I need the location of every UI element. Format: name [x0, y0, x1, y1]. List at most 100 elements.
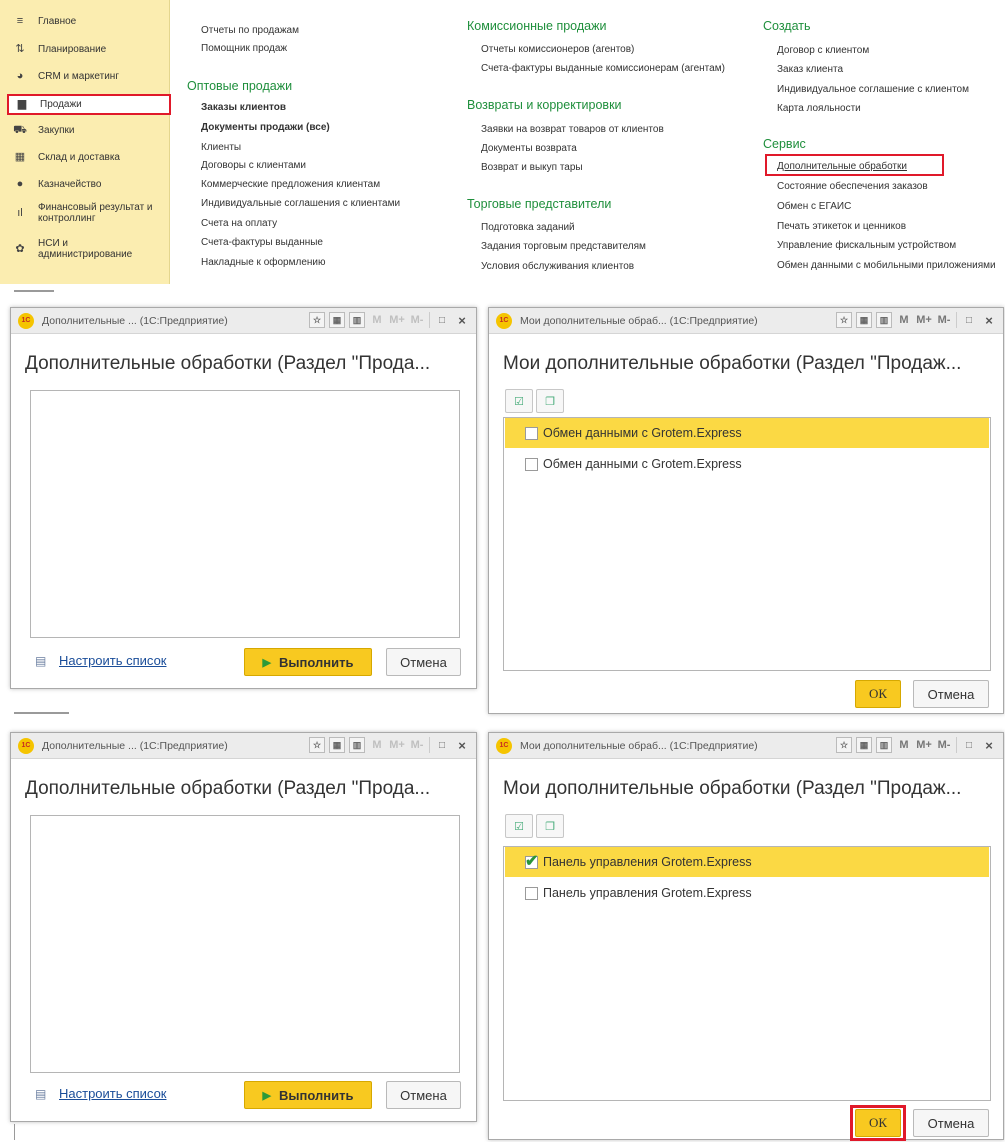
link-rep-tasks[interactable]: Задания торговым представителям — [481, 241, 646, 252]
link-individual-agreements[interactable]: Индивидуальные соглашения с клиентами — [201, 198, 400, 209]
sidebar-item-treasury[interactable]: ● Казначейство — [0, 171, 170, 198]
calculator-icon[interactable]: ▦ — [329, 312, 345, 328]
ok-button[interactable]: ОК — [855, 680, 901, 708]
memory-button[interactable]: M — [369, 312, 385, 328]
link-egais-exchange[interactable]: Обмен с ЕГАИС — [777, 201, 851, 212]
gear-icon: ✿ — [15, 242, 25, 255]
list-item[interactable]: Панель управления Grotem.Express — [505, 878, 989, 908]
restore-icon[interactable]: □ — [961, 312, 977, 328]
processing-list[interactable] — [30, 390, 460, 638]
link-clients[interactable]: Клиенты — [201, 142, 241, 153]
link-commissioner-reports[interactable]: Отчеты комиссионеров (агентов) — [481, 44, 634, 55]
memory-plus-button[interactable]: M+ — [916, 737, 932, 753]
link-commercial-offers[interactable]: Коммерческие предложения клиентам — [201, 179, 380, 190]
calculator-icon[interactable]: ▦ — [856, 312, 872, 328]
sidebar-item-planning[interactable]: ⇅ Планирование — [0, 36, 170, 63]
memory-minus-button[interactable]: M- — [936, 312, 952, 328]
memory-button[interactable]: M — [369, 737, 385, 753]
checkbox[interactable] — [525, 886, 538, 900]
favorite-icon[interactable]: ☆ — [836, 737, 852, 753]
calendar-icon[interactable]: ▥ — [876, 737, 892, 753]
link-issued-vat-invoices[interactable]: Счета-фактуры выданные — [201, 237, 323, 248]
favorite-icon[interactable]: ☆ — [836, 312, 852, 328]
favorite-icon[interactable]: ☆ — [309, 312, 325, 328]
link-prepare-tasks[interactable]: Подготовка заданий — [481, 222, 575, 233]
link-invoices[interactable]: Счета на оплату — [201, 218, 277, 229]
memory-minus-button[interactable]: M- — [409, 737, 425, 753]
sidebar-item-purchases[interactable]: ⛟ Закупки — [0, 117, 170, 144]
link-create-contract[interactable]: Договор с клиентом — [777, 45, 869, 56]
sidebar-item-warehouse[interactable]: ▦ Склад и доставка — [0, 144, 170, 171]
link-print-labels[interactable]: Печать этикеток и ценников — [777, 221, 906, 232]
calendar-icon[interactable]: ▥ — [876, 312, 892, 328]
restore-icon[interactable]: □ — [961, 737, 977, 753]
link-container-return[interactable]: Возврат и выкуп тары — [481, 162, 583, 173]
link-return-requests[interactable]: Заявки на возврат товаров от клиентов — [481, 124, 664, 135]
link-client-orders[interactable]: Заказы клиентов — [201, 102, 286, 113]
memory-plus-button[interactable]: M+ — [916, 312, 932, 328]
favorite-icon[interactable]: ☆ — [309, 737, 325, 753]
calculator-icon[interactable]: ▦ — [856, 737, 872, 753]
calendar-icon[interactable]: ▥ — [349, 312, 365, 328]
background-fragment — [14, 712, 69, 714]
link-waybills[interactable]: Накладные к оформлению — [201, 257, 326, 268]
close-icon[interactable]: × — [981, 312, 997, 328]
checkbox[interactable] — [525, 457, 538, 471]
link-sales-reports[interactable]: Отчеты по продажам — [201, 25, 299, 36]
processing-list[interactable] — [30, 815, 460, 1073]
memory-button[interactable]: M — [896, 312, 912, 328]
calendar-icon[interactable]: ▥ — [349, 737, 365, 753]
link-create-agreement[interactable]: Индивидуальное соглашение с клиентом — [777, 84, 969, 95]
link-service-conditions[interactable]: Условия обслуживания клиентов — [481, 261, 634, 272]
check-all-icon[interactable]: ☑ — [505, 814, 533, 838]
checkbox[interactable] — [525, 426, 538, 440]
run-button[interactable]: ▶ Выполнить — [244, 648, 372, 676]
sidebar-item-admin[interactable]: ✿ НСИ и администрирование — [0, 233, 170, 265]
link-order-status[interactable]: Состояние обеспечения заказов — [777, 181, 928, 192]
calculator-icon[interactable]: ▦ — [329, 737, 345, 753]
link-return-documents[interactable]: Документы возврата — [481, 143, 577, 154]
sidebar-item-main[interactable]: ≡ Главное — [0, 8, 170, 35]
link-fiscal-device[interactable]: Управление фискальным устройством — [777, 240, 956, 251]
list-item[interactable]: Обмен данными с Grotem.Express — [505, 418, 989, 448]
link-loyalty-card[interactable]: Карта лояльности — [777, 103, 861, 114]
close-icon[interactable]: × — [454, 312, 470, 328]
memory-minus-button[interactable]: M- — [409, 312, 425, 328]
link-mobile-exchange[interactable]: Обмен данными с мобильными приложениями — [777, 260, 996, 271]
link-sales-documents[interactable]: Документы продажи (все) — [201, 122, 330, 133]
memory-minus-button[interactable]: M- — [936, 737, 952, 753]
cancel-button[interactable]: Отмена — [913, 680, 989, 708]
link-create-order[interactable]: Заказ клиента — [777, 64, 843, 75]
restore-icon[interactable]: □ — [434, 737, 450, 753]
link-additional-processing[interactable]: Дополнительные обработки — [777, 161, 907, 172]
list-item[interactable]: Обмен данными с Grotem.Express — [505, 449, 989, 479]
processing-checklist[interactable]: Панель управления Grotem.Express Панель … — [503, 846, 991, 1101]
checkbox-checked[interactable] — [525, 851, 538, 871]
processing-checklist[interactable]: Обмен данными с Grotem.Express Обмен дан… — [503, 417, 991, 671]
restore-icon[interactable]: □ — [434, 312, 450, 328]
memory-button[interactable]: M — [896, 737, 912, 753]
cancel-button[interactable]: Отмена — [386, 1081, 461, 1109]
list-settings-icon: ▤ — [35, 653, 47, 668]
cancel-button[interactable]: Отмена — [386, 648, 461, 676]
close-icon[interactable]: × — [981, 737, 997, 753]
ok-button[interactable]: ОК — [855, 1109, 901, 1137]
sidebar-item-sales[interactable]: ▆ Продажи — [7, 94, 171, 115]
memory-plus-button[interactable]: M+ — [389, 312, 405, 328]
uncheck-all-icon[interactable]: ❐ — [536, 389, 564, 413]
link-commissioner-invoices[interactable]: Счета-фактуры выданные комиссионерам (аг… — [481, 63, 725, 74]
list-settings-icon: ▤ — [35, 1086, 47, 1101]
uncheck-all-icon[interactable]: ❐ — [536, 814, 564, 838]
cancel-button[interactable]: Отмена — [913, 1109, 989, 1137]
check-all-icon[interactable]: ☑ — [505, 389, 533, 413]
link-client-contracts[interactable]: Договоры с клиентами — [201, 160, 306, 171]
list-item[interactable]: Панель управления Grotem.Express — [505, 847, 989, 877]
configure-list-link[interactable]: ▤ Настроить список — [35, 1086, 167, 1101]
close-icon[interactable]: × — [454, 737, 470, 753]
sidebar-item-crm[interactable]: ◕ CRM и маркетинг — [0, 63, 170, 90]
memory-plus-button[interactable]: M+ — [389, 737, 405, 753]
sidebar-item-finance[interactable]: ıl Финансовый результат и контроллинг — [0, 197, 170, 229]
run-button[interactable]: ▶ Выполнить — [244, 1081, 372, 1109]
configure-list-link[interactable]: ▤ Настроить список — [35, 653, 167, 668]
link-sales-assistant[interactable]: Помощник продаж — [201, 43, 287, 54]
